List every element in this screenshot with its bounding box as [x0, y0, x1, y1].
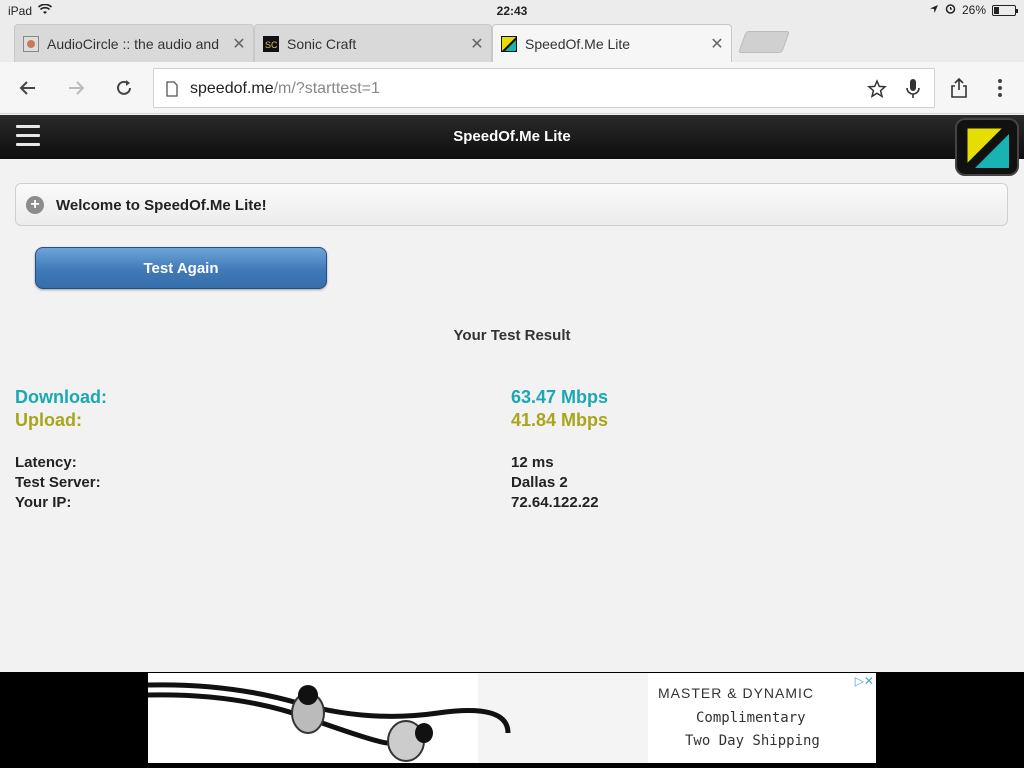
ip-label: Your IP:	[15, 494, 72, 511]
alarm-icon	[945, 3, 956, 17]
back-button[interactable]	[12, 72, 44, 104]
url-host: speedof.me	[190, 80, 274, 97]
microphone-icon[interactable]	[905, 78, 921, 105]
more-menu-button[interactable]	[984, 72, 1016, 104]
more-vertical-icon	[998, 79, 1002, 97]
status-right: 26%	[929, 3, 1018, 17]
speedofme-logo-icon	[955, 118, 1019, 176]
tab-strip: AudioCircle :: the audio and ✕ SC Sonic …	[0, 22, 1024, 62]
tab-sonic-craft[interactable]: SC Sonic Craft ✕	[254, 24, 492, 62]
clock: 22:43	[496, 4, 528, 18]
ad-line-1: Complimentary	[696, 710, 806, 726]
share-button[interactable]	[943, 72, 975, 104]
ad-banner[interactable]: MASTER & DYNAMIC Complimentary Two Day S…	[148, 673, 876, 763]
forward-button[interactable]	[60, 72, 92, 104]
device-name: iPad	[8, 4, 33, 18]
page-icon	[166, 81, 178, 102]
close-icon[interactable]: ✕	[703, 34, 731, 54]
audiocircle-favicon-icon	[23, 35, 39, 52]
status-bar: iPad 22:43 26%	[0, 0, 1024, 22]
reload-icon	[117, 80, 131, 95]
status-left: iPad	[8, 3, 53, 18]
ad-brand: MASTER & DYNAMIC	[658, 685, 815, 701]
ip-value: 72.64.122.22	[511, 494, 599, 511]
upload-label: Upload:	[15, 410, 82, 430]
location-arrow-icon	[929, 3, 939, 17]
latency-value: 12 ms	[511, 454, 554, 471]
tab-title: AudioCircle :: the audio and	[47, 35, 219, 52]
close-icon[interactable]: ✕	[463, 34, 491, 54]
upload-value: 41.84 Mbps	[511, 410, 609, 430]
reload-button[interactable]	[108, 72, 140, 104]
url-path: /m/?starttest=1	[273, 80, 380, 97]
battery-fill	[994, 6, 1000, 14]
site-header: SpeedOf.Me Lite	[0, 115, 1024, 159]
star-icon[interactable]	[867, 79, 887, 104]
wifi-icon	[37, 3, 53, 18]
test-server-label: Test Server:	[15, 474, 101, 491]
tab-audiocircle[interactable]: AudioCircle :: the audio and ✕	[14, 24, 254, 62]
url-text: speedof.me/m/?starttest=1	[190, 80, 380, 98]
back-arrow-icon	[19, 81, 35, 95]
battery-icon	[992, 4, 1018, 16]
tab-speedofme[interactable]: SpeedOf.Me Lite ✕	[492, 24, 732, 62]
result-heading: Your Test Result	[453, 327, 571, 344]
browser-toolbar: speedof.me/m/?starttest=1	[0, 62, 1024, 114]
tab-title: SpeedOf.Me Lite	[525, 35, 631, 52]
ad-line-2: Two Day Shipping	[685, 733, 820, 749]
expand-plus-icon[interactable]: +	[26, 196, 44, 214]
welcome-panel[interactable]: + Welcome to SpeedOf.Me Lite!	[15, 183, 1008, 226]
test-server-value: Dallas 2	[511, 474, 568, 491]
download-label: Download:	[15, 387, 107, 407]
svg-text:SC: SC	[265, 40, 278, 50]
battery-percent: 26%	[961, 3, 986, 17]
share-icon	[951, 77, 967, 98]
sonic-craft-favicon-icon: SC	[263, 35, 279, 52]
latency-label: Latency:	[15, 454, 77, 471]
new-tab-button[interactable]	[737, 31, 791, 53]
download-value: 63.47 Mbps	[511, 387, 609, 407]
earphones-image	[148, 673, 648, 763]
forward-arrow-icon	[69, 81, 85, 95]
speedofme-favicon-icon	[501, 35, 517, 52]
tab-title: Sonic Craft	[287, 35, 357, 52]
address-bar[interactable]: speedof.me/m/?starttest=1	[153, 68, 935, 108]
adchoices-icon[interactable]: ▷✕	[855, 674, 874, 688]
page-title: SpeedOf.Me Lite	[453, 128, 571, 145]
test-again-button[interactable]: Test Again	[35, 247, 327, 289]
welcome-text: Welcome to SpeedOf.Me Lite!	[56, 197, 267, 214]
close-icon[interactable]: ✕	[225, 34, 253, 54]
